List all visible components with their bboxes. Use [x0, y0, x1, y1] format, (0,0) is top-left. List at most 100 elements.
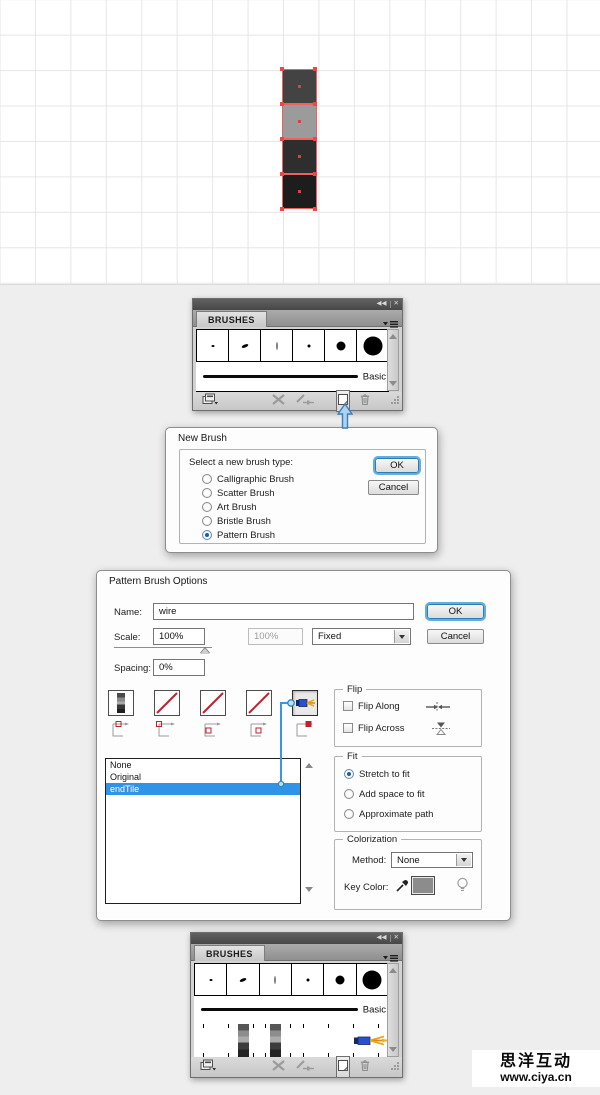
key-color-swatch[interactable]: [411, 876, 435, 895]
radio-approximate-path[interactable]: [344, 809, 354, 819]
scale-input[interactable]: 100%: [153, 628, 205, 645]
end-tile-button[interactable]: [292, 690, 318, 716]
brush-item-dot[interactable]: [196, 329, 229, 362]
eyedropper-icon[interactable]: [395, 877, 409, 898]
anchor-handle[interactable]: [313, 172, 317, 176]
name-input[interactable]: wire: [153, 603, 414, 620]
scale-slider[interactable]: [114, 647, 212, 648]
chevron-down-icon[interactable]: [456, 854, 471, 866]
list-item[interactable]: Original: [106, 771, 300, 783]
fit-option-label[interactable]: Approximate path: [359, 809, 433, 820]
scroll-up-icon[interactable]: [389, 968, 397, 973]
pattern-square-4[interactable]: [282, 174, 317, 209]
radio-bristle[interactable]: [202, 516, 212, 526]
brush-item-oval[interactable]: [227, 963, 259, 996]
collapse-icon[interactable]: ◀◀: [377, 935, 387, 942]
anchor-handle[interactable]: [313, 207, 317, 211]
collapse-icon[interactable]: ◀◀: [377, 301, 387, 308]
brush-libraries-menu-icon[interactable]: [202, 392, 218, 410]
brush-item-circle-medium[interactable]: [324, 963, 356, 996]
new-brush-icon[interactable]: [336, 1056, 350, 1078]
start-tile-button[interactable]: [246, 690, 272, 716]
cancel-button[interactable]: Cancel: [368, 480, 419, 495]
radio-add-space-to-fit[interactable]: [344, 789, 354, 799]
pattern-source-list[interactable]: None Original endTile: [105, 758, 301, 904]
close-icon[interactable]: ✕: [394, 935, 399, 942]
tips-bulb-icon[interactable]: [456, 877, 469, 898]
anchor-handle[interactable]: [280, 67, 284, 71]
fit-option-label[interactable]: Add space to fit: [359, 789, 424, 800]
brush-item-circle-large[interactable]: [357, 963, 389, 996]
radio-pattern[interactable]: [202, 530, 212, 540]
brush-item-point[interactable]: [293, 329, 325, 362]
method-dropdown[interactable]: None: [391, 852, 473, 868]
flip-across-label[interactable]: Flip Across: [358, 723, 404, 734]
anchor-handle[interactable]: [313, 102, 317, 106]
scroll-down-icon[interactable]: [389, 1047, 397, 1052]
radio-calligraphic[interactable]: [202, 474, 212, 484]
remove-brush-stroke-icon[interactable]: [272, 392, 285, 410]
radio-label[interactable]: Scatter Brush: [217, 488, 275, 499]
list-scroll-up-icon[interactable]: [305, 763, 313, 768]
list-scroll-down-icon[interactable]: [305, 887, 313, 892]
pattern-square-3[interactable]: [282, 139, 317, 174]
anchor-handle[interactable]: [313, 67, 317, 71]
tab-brushes[interactable]: BRUSHES: [196, 311, 267, 327]
scale-slider-thumb[interactable]: [200, 648, 210, 654]
resize-grip-icon[interactable]: [391, 392, 400, 410]
pattern-square-2[interactable]: [282, 104, 317, 139]
resize-grip-icon[interactable]: [391, 1058, 400, 1076]
remove-brush-stroke-icon[interactable]: [272, 1058, 285, 1076]
list-item-selected[interactable]: endTile: [106, 783, 300, 795]
brush-item-circle-large[interactable]: [357, 329, 389, 362]
panel-scrollbar[interactable]: [387, 963, 399, 1057]
radio-label[interactable]: Pattern Brush: [217, 530, 275, 541]
anchor-handle[interactable]: [280, 207, 284, 211]
cancel-button[interactable]: Cancel: [427, 629, 484, 644]
brush-item-line[interactable]: [260, 963, 292, 996]
list-item[interactable]: None: [106, 759, 300, 771]
spacing-label: Spacing:: [114, 663, 151, 674]
scroll-up-icon[interactable]: [389, 334, 397, 339]
flip-along-label[interactable]: Flip Along: [358, 701, 400, 712]
radio-label[interactable]: Calligraphic Brush: [217, 474, 294, 485]
fit-option-label[interactable]: Stretch to fit: [359, 769, 410, 780]
brush-libraries-menu-icon[interactable]: [200, 1058, 216, 1076]
tab-brushes[interactable]: BRUSHES: [194, 945, 265, 961]
flip-along-checkbox[interactable]: [343, 701, 353, 711]
anchor-handle[interactable]: [280, 102, 284, 106]
anchor-handle[interactable]: [280, 137, 284, 141]
side-tile-button[interactable]: [108, 690, 134, 716]
anchor-handle[interactable]: [313, 137, 317, 141]
brush-item-line[interactable]: [261, 329, 293, 362]
brush-item-basic[interactable]: Basic: [194, 996, 389, 1025]
options-of-selected-object-icon[interactable]: [295, 392, 315, 410]
delete-brush-icon[interactable]: [359, 392, 371, 410]
delete-brush-icon[interactable]: [359, 1058, 371, 1076]
brush-item-oval[interactable]: [229, 329, 261, 362]
ok-button[interactable]: OK: [375, 458, 419, 473]
radio-label[interactable]: Bristle Brush: [217, 516, 271, 527]
radio-label[interactable]: Art Brush: [217, 502, 257, 513]
radio-art[interactable]: [202, 502, 212, 512]
anchor-handle[interactable]: [280, 172, 284, 176]
ok-button[interactable]: OK: [427, 604, 484, 619]
panel-scrollbar[interactable]: [387, 329, 399, 391]
scroll-down-icon[interactable]: [389, 381, 397, 386]
close-icon[interactable]: ✕: [394, 301, 399, 308]
brush-item-circle-medium[interactable]: [325, 329, 357, 362]
brush-item-point[interactable]: [292, 963, 324, 996]
flip-across-checkbox[interactable]: [343, 723, 353, 733]
pattern-square-1[interactable]: [282, 69, 317, 104]
brush-item-dot[interactable]: [194, 963, 227, 996]
options-of-selected-object-icon[interactable]: [295, 1058, 315, 1076]
radio-scatter[interactable]: [202, 488, 212, 498]
chevron-down-icon[interactable]: [394, 630, 409, 643]
scale-mode-dropdown[interactable]: Fixed: [312, 628, 411, 645]
spacing-input[interactable]: 0%: [153, 659, 205, 676]
inner-corner-tile-button[interactable]: [200, 690, 226, 716]
brush-item-basic[interactable]: Basic: [196, 362, 389, 392]
brush-item-wire-pattern[interactable]: [194, 1024, 389, 1058]
outer-corner-tile-button[interactable]: [154, 690, 180, 716]
radio-stretch-to-fit[interactable]: [344, 769, 354, 779]
